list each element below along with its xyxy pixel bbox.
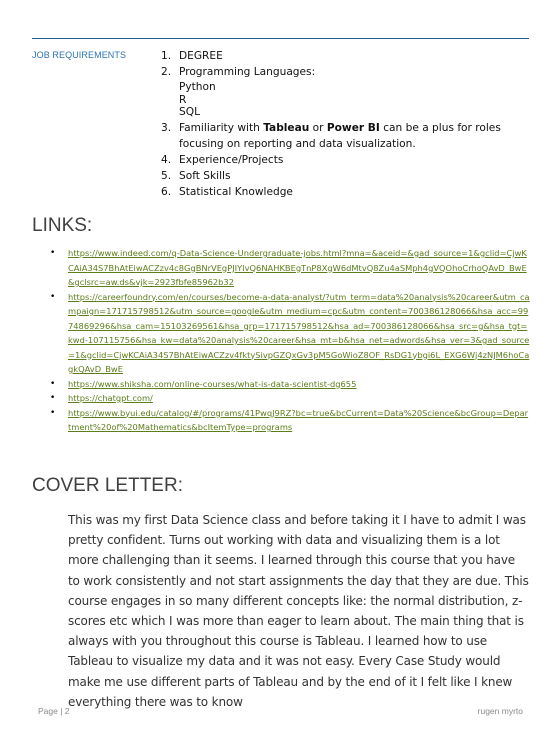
- bullet-icon: •: [50, 393, 56, 403]
- job-requirements-list: 1. DEGREE 2. Programming Languages: Pyth…: [161, 48, 531, 200]
- link-chatgpt[interactable]: https://chatgpt.com/: [68, 391, 530, 406]
- link-shiksha[interactable]: https://www.shiksha.com/online-courses/w…: [68, 377, 530, 392]
- power-bi-bold: Power BI: [326, 121, 380, 134]
- list-item: • https://www.byui.edu/catalog/#/program…: [50, 406, 530, 435]
- list-number: 6.: [161, 185, 172, 198]
- link-careerfoundry[interactable]: https://careerfoundry.com/en/courses/bec…: [68, 290, 530, 377]
- list-number: 4.: [161, 153, 172, 166]
- requirement-text: Familiarity with Tableau or Power BI can…: [179, 120, 531, 152]
- list-number: 5.: [161, 169, 172, 182]
- text-run: or: [309, 121, 327, 134]
- list-number: 2.: [161, 66, 172, 78]
- bullet-icon: •: [50, 407, 56, 418]
- list-item: • https://www.shiksha.com/online-courses…: [50, 377, 530, 392]
- language-r: R: [179, 93, 187, 106]
- requirement-text: Experience/Projects: [179, 153, 284, 166]
- bullet-icon: •: [50, 291, 56, 302]
- bullet-icon: •: [50, 248, 56, 258]
- cover-letter-paragraph: This was my first Data Science class and…: [68, 513, 529, 709]
- list-item: 2. Programming Languages:: [161, 64, 531, 80]
- list-number: 3.: [161, 121, 172, 134]
- requirement-text: Soft Skills: [179, 169, 231, 182]
- header-rule: [32, 38, 529, 39]
- links-list: • https://www.indeed.com/q-Data-Science-…: [50, 246, 530, 435]
- list-item: • https://chatgpt.com/: [50, 391, 530, 406]
- link-byui[interactable]: https://www.byui.edu/catalog/#/programs/…: [68, 406, 530, 435]
- list-item: 6. Statistical Knowledge: [161, 184, 531, 200]
- footer-author: rugen myrto: [477, 706, 523, 716]
- requirement-text: DEGREE: [179, 50, 223, 62]
- list-item: 5. Soft Skills: [161, 168, 531, 184]
- list-item: 4. Experience/Projects: [161, 152, 531, 168]
- list-item: • https://www.indeed.com/q-Data-Science-…: [50, 246, 530, 290]
- page-number: Page | 2: [38, 706, 70, 716]
- bullet-icon: •: [50, 378, 56, 389]
- list-item: • https://careerfoundry.com/en/courses/b…: [50, 290, 530, 377]
- requirement-text: Statistical Knowledge: [179, 185, 293, 198]
- job-requirements-label: JOB REQUIREMENTS: [32, 50, 127, 60]
- language-sublist: Python R SQL: [179, 81, 531, 119]
- language-python: Python: [179, 81, 216, 93]
- language-sql: SQL: [179, 106, 200, 118]
- requirement-text: Programming Languages:: [179, 66, 316, 78]
- cover-letter-heading: COVER LETTER:: [32, 475, 183, 496]
- list-item: 1. DEGREE: [161, 48, 531, 64]
- list-item: 3. Familiarity with Tableau or Power BI …: [161, 120, 531, 152]
- link-indeed[interactable]: https://www.indeed.com/q-Data-Science-Un…: [68, 246, 530, 290]
- list-number: 1.: [161, 50, 172, 62]
- links-heading: LINKS:: [32, 215, 93, 236]
- tableau-bold: Tableau: [263, 121, 310, 134]
- text-run: Familiarity with: [179, 121, 264, 134]
